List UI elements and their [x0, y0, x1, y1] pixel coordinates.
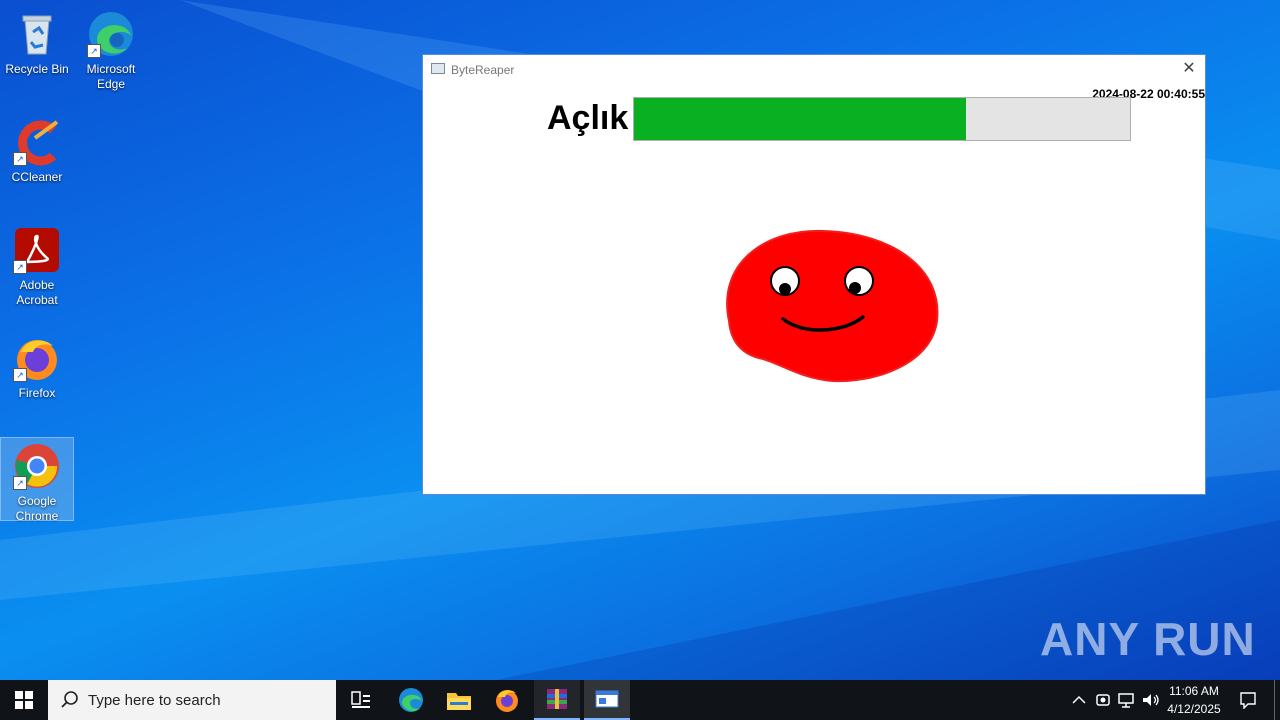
notifications-icon	[1240, 692, 1256, 709]
desktop-icon-ccleaner[interactable]: ↗ CCleaner	[1, 114, 73, 185]
search-icon	[61, 691, 78, 708]
app-window-icon	[431, 63, 445, 74]
notifications-button[interactable]	[1232, 680, 1264, 720]
winrar-icon	[547, 689, 567, 709]
app-window-icon	[595, 690, 619, 708]
taskbar-winrar-button[interactable]	[534, 680, 580, 720]
start-button[interactable]	[0, 680, 48, 720]
tray-volume-button[interactable]	[1140, 680, 1162, 720]
taskbar-bytereaper-button[interactable]	[584, 680, 630, 720]
shortcut-arrow-icon: ↗	[13, 368, 27, 382]
desktop-icon-microsoft-edge[interactable]: ↗ Microsoft Edge	[75, 6, 147, 92]
ccleaner-icon: ↗	[13, 118, 61, 166]
shortcut-arrow-icon: ↗	[13, 260, 27, 274]
firefox-icon	[496, 690, 518, 712]
desktop-icon-label: Recycle Bin	[5, 62, 69, 76]
taskbar-search-box[interactable]: Type here to search	[48, 680, 336, 720]
chrome-icon: ↗	[13, 442, 61, 490]
desktop-icon-firefox[interactable]: ↗ Firefox	[1, 330, 73, 401]
desktop-icon-label: Firefox	[18, 386, 56, 400]
desktop-icon-label: Adobe Acrobat	[16, 278, 58, 307]
close-button[interactable]: ✕	[1179, 59, 1199, 79]
taskbar-firefox-button[interactable]	[484, 680, 530, 720]
window-titlebar[interactable]: ByteReaper ✕	[423, 55, 1205, 83]
desktop-icon-label: Microsoft Edge	[86, 62, 136, 91]
desktop-icon-google-chrome[interactable]: ↗ Google Chrome	[0, 437, 74, 523]
shortcut-arrow-icon: ↗	[13, 476, 27, 490]
pet-right-pupil	[849, 282, 861, 294]
desktop-icon-recycle-bin[interactable]: Recycle Bin	[1, 6, 73, 77]
taskbar-file-explorer-button[interactable]	[436, 680, 482, 720]
volume-icon	[1143, 694, 1159, 706]
shortcut-arrow-icon: ↗	[13, 152, 27, 166]
tray-network-button[interactable]	[1116, 680, 1138, 720]
tray-meet-button[interactable]	[1092, 680, 1114, 720]
clock-time[interactable]: 11:06 AM	[1164, 684, 1224, 698]
desktop-icon-label: Google Chrome	[15, 494, 59, 523]
pet-body	[726, 229, 939, 383]
task-view-button[interactable]	[340, 680, 382, 720]
recycle-bin-icon	[13, 10, 61, 58]
taskbar: Type here to search 11:06 AM 4/12/2025	[0, 680, 1280, 720]
edge-icon: ↗	[87, 10, 135, 58]
taskbar-edge-button[interactable]	[388, 680, 434, 720]
hunger-label: Açlık	[547, 99, 629, 137]
clock-date[interactable]: 4/12/2025	[1164, 702, 1224, 716]
file-explorer-icon	[447, 693, 471, 710]
show-desktop-button[interactable]	[1274, 680, 1275, 720]
search-placeholder: Type here to search	[88, 692, 221, 709]
shortcut-arrow-icon: ↗	[87, 44, 101, 58]
desktop-icon-adobe-acrobat[interactable]: ↗ Adobe Acrobat	[1, 222, 73, 308]
edge-icon	[399, 688, 423, 712]
pet-creature[interactable]	[723, 225, 943, 385]
hunger-progress-fill	[634, 98, 967, 140]
firefox-icon: ↗	[13, 334, 61, 382]
bytereaper-window[interactable]: ByteReaper ✕ 2024-08-22 00:40:55 Açlık	[422, 54, 1206, 495]
tray-overflow-button[interactable]	[1068, 680, 1090, 720]
hunger-progress-bar	[633, 97, 1131, 141]
desktop-icon-label: CCleaner	[11, 170, 63, 184]
window-title: ByteReaper	[451, 63, 515, 77]
pet-left-pupil	[779, 283, 791, 295]
task-view-icon	[351, 691, 370, 708]
meet-icon	[1096, 694, 1110, 706]
start-icon	[15, 691, 33, 709]
anyrun-watermark: ANY RUN	[1040, 613, 1256, 665]
acrobat-icon: ↗	[13, 226, 61, 274]
tray-chevron-icon	[1072, 695, 1086, 704]
network-icon	[1118, 693, 1134, 708]
